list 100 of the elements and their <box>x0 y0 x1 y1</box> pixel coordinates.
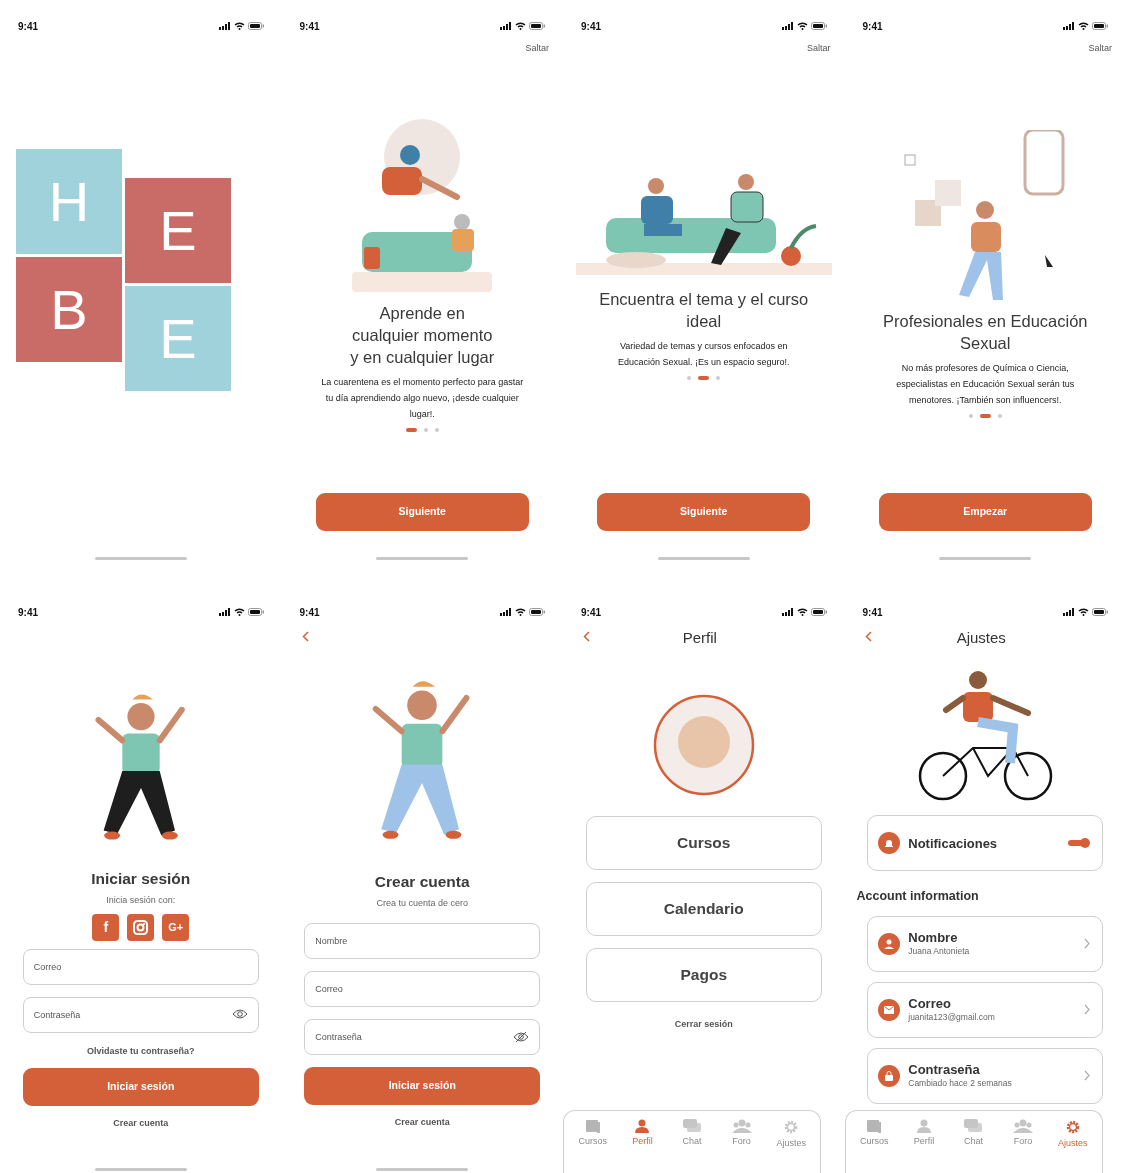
status-time: 9:41 <box>581 19 601 34</box>
tab-item[interactable]: Ajustes <box>1049 1119 1096 1173</box>
tab-item[interactable]: Foro <box>1000 1119 1047 1173</box>
skip-link[interactable]: Saltar <box>807 42 831 56</box>
gear-icon <box>783 1119 800 1135</box>
chat-icon <box>683 1119 701 1133</box>
signal-icon <box>1063 608 1075 616</box>
logo-letter-tile: E <box>125 178 231 283</box>
battery-icon <box>247 608 264 616</box>
status-time: 9:41 <box>299 605 320 620</box>
row-value: juanita123@gmail.com <box>908 1011 996 1024</box>
next-button[interactable]: Empezar <box>878 493 1092 531</box>
skip-link[interactable]: Saltar <box>525 42 549 56</box>
tab-item[interactable]: Foro <box>718 1119 765 1173</box>
password-field[interactable]: Contraseña <box>304 1019 541 1055</box>
battery-icon <box>810 608 827 616</box>
menu-button[interactable]: Pagos <box>585 948 822 1002</box>
logout-link[interactable]: Cerrar sesión <box>674 1018 733 1032</box>
signal-icon <box>500 608 512 616</box>
chevron-right-icon <box>1084 1070 1091 1082</box>
instagram-button[interactable] <box>127 914 155 941</box>
screen-title: Ajustes <box>955 629 1007 647</box>
next-button[interactable]: Siguiente <box>597 493 811 531</box>
battery-icon <box>529 22 545 30</box>
logo-letter-tile: H <box>16 149 122 254</box>
battery-icon <box>247 22 264 30</box>
text-field[interactable]: Correo <box>304 971 541 1007</box>
row-label: Correo <box>908 996 952 1012</box>
next-button[interactable]: Siguiente <box>315 493 529 531</box>
facebook-button[interactable]: f <box>92 914 120 941</box>
wifi-icon <box>233 22 245 30</box>
create-account-link[interactable]: Crear cuenta <box>113 1116 169 1130</box>
tab-item[interactable]: Chat <box>669 1119 715 1173</box>
signal-icon <box>500 22 512 30</box>
tab-item[interactable]: Perfil <box>900 1119 947 1173</box>
back-chevron-icon[interactable] <box>301 631 309 642</box>
signal-icon <box>1063 22 1075 30</box>
notifications-toggle[interactable] <box>1068 838 1091 848</box>
menu-button[interactable]: Cursos <box>585 816 822 870</box>
back-chevron-icon[interactable] <box>583 631 590 642</box>
slide-description: Variedad de temas y cursos enfocados en Educación Sexual. ¡Es un espacio seguro!. <box>617 340 790 370</box>
slide-title: Profesionales en Educación Sexual <box>882 311 1088 355</box>
row-label: Nombre <box>908 930 959 946</box>
sign-in-button[interactable]: Iniciar sesión <box>304 1067 541 1105</box>
text-field[interactable]: Correo <box>22 949 259 985</box>
wifi-icon <box>1078 22 1089 30</box>
slide-description: La cuarentena es el momento perfecto para gastar tu día aprendiendo algo nuevo, ¡desde cualquier lugar!. <box>321 375 524 421</box>
status-time: 9:41 <box>18 605 38 620</box>
battery-icon <box>1092 608 1108 616</box>
skip-link[interactable]: Saltar <box>1088 42 1112 56</box>
person-icon <box>634 1119 651 1133</box>
account-row[interactable]: Correo juanita123@gmail.com <box>867 981 1104 1038</box>
status-time: 9:41 <box>862 19 883 34</box>
mail-icon <box>884 1005 895 1014</box>
google-plus-button[interactable]: G+ <box>162 914 190 941</box>
signal-icon <box>781 608 794 616</box>
screen-title: Crear cuenta <box>374 872 470 892</box>
row-label: Contraseña <box>908 1062 981 1078</box>
book-icon <box>866 1119 883 1133</box>
wifi-icon <box>796 22 808 30</box>
signal-icon <box>218 22 231 30</box>
book-icon <box>584 1119 601 1133</box>
account-row[interactable]: Nombre Juana Antonieta <box>867 915 1104 972</box>
battery-icon <box>529 608 545 616</box>
forgot-password-link[interactable]: Olvidaste tu contraseña? <box>87 1045 195 1059</box>
person-icon <box>884 938 895 949</box>
account-row[interactable]: Contraseña Cambiado hace 2 semanas <box>867 1047 1104 1104</box>
notifications-label: Notificaciones <box>908 835 999 851</box>
text-field[interactable]: Nombre <box>304 923 541 959</box>
tab-item[interactable]: Perfil <box>619 1119 666 1173</box>
group-icon <box>731 1119 752 1133</box>
screen-subtitle: Inicia sesión con: <box>106 894 176 907</box>
wifi-icon <box>1078 608 1089 616</box>
chevron-right-icon <box>1084 938 1091 950</box>
battery-icon <box>810 22 827 30</box>
status-time: 9:41 <box>862 605 883 620</box>
slide-title: Aprende en cualquier momento y en cualquier lugar <box>350 302 495 368</box>
wifi-icon <box>796 608 808 616</box>
menu-button[interactable]: Calendario <box>585 882 822 936</box>
tab-item[interactable]: Cursos <box>851 1119 898 1173</box>
status-time: 9:41 <box>18 19 38 34</box>
screen-title: Perfil <box>681 629 718 647</box>
signal-icon <box>218 608 231 616</box>
password-field[interactable]: Contraseña <box>22 997 259 1033</box>
wifi-icon <box>515 22 526 30</box>
tab-item[interactable]: Chat <box>950 1119 997 1173</box>
logo-letter-tile: B <box>16 257 122 362</box>
group-icon <box>1013 1119 1034 1133</box>
screen-subtitle: Crea tu cuenta de cero <box>376 897 469 910</box>
sign-in-button[interactable]: Iniciar sesión <box>22 1067 259 1106</box>
slide-title: Encuentra el tema y el curso ideal <box>599 289 809 333</box>
row-value: Juana Antonieta <box>908 945 971 958</box>
slide-description: No más profesores de Química o Ciencia, especialistas en Educación Sexual serán tus menotores. ¡También son influencers!. <box>896 362 1075 408</box>
tab-item[interactable]: Cursos <box>569 1119 616 1173</box>
create-account-link[interactable]: Crear cuenta <box>394 1116 450 1130</box>
person-icon <box>915 1119 932 1133</box>
back-chevron-icon[interactable] <box>864 631 872 642</box>
tab-item[interactable]: Ajustes <box>768 1119 815 1173</box>
status-time: 9:41 <box>299 19 320 34</box>
status-time: 9:41 <box>581 605 601 620</box>
